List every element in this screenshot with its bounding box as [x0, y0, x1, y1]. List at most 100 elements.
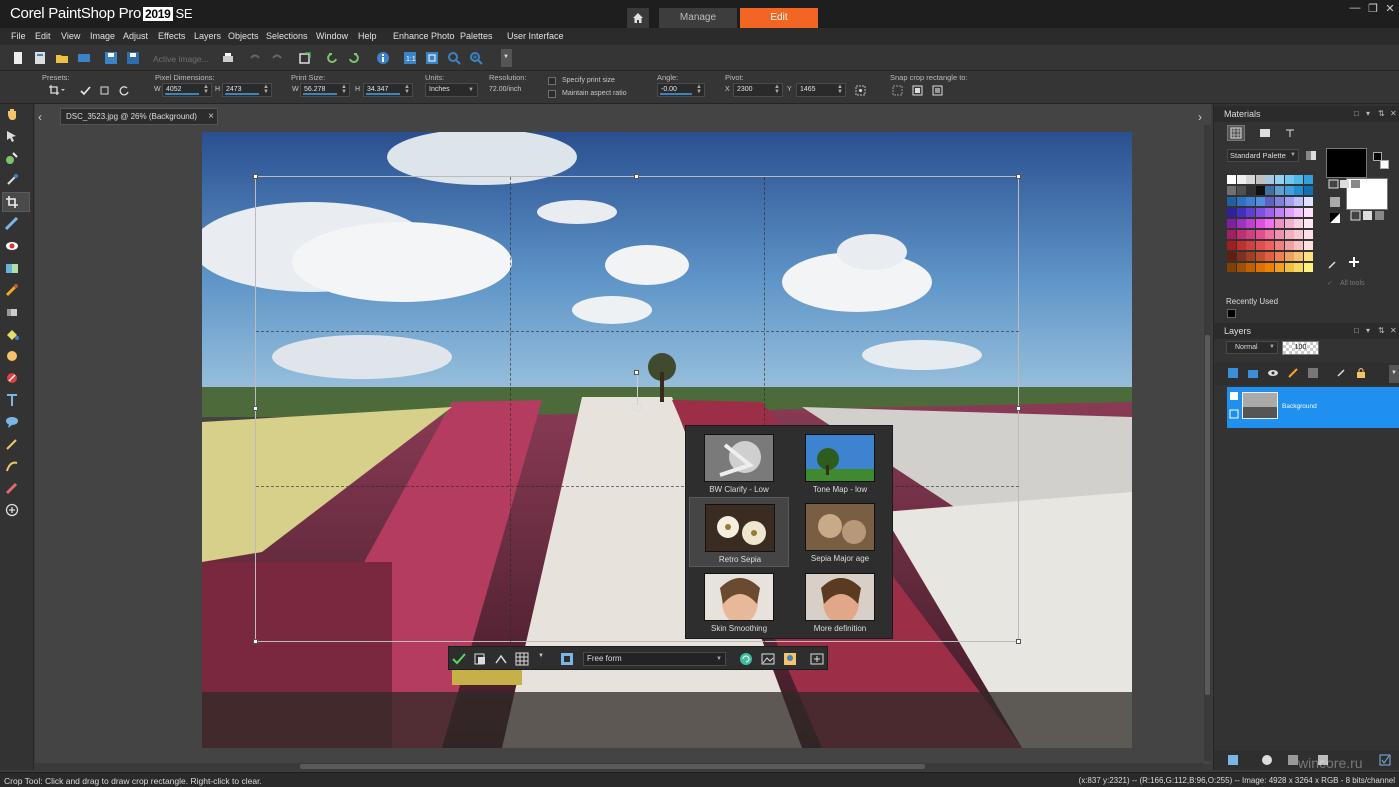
- layer-expand-icon[interactable]: [1229, 409, 1239, 419]
- adjustment-layer-icon[interactable]: [1287, 367, 1299, 379]
- panel-options-icon[interactable]: □: [1354, 106, 1359, 122]
- color-swatch[interactable]: [1227, 252, 1236, 261]
- restore-icon[interactable]: ❐: [1364, 2, 1382, 16]
- crop-handle-bottom-right[interactable]: [1016, 639, 1021, 644]
- frame-tab[interactable]: [1227, 125, 1245, 141]
- color-swatch[interactable]: [1227, 186, 1236, 195]
- crop-handle-right[interactable]: [1016, 406, 1021, 411]
- dropper-icon[interactable]: [5, 173, 19, 187]
- crop-handle-top-right[interactable]: [1016, 174, 1021, 179]
- color-swatch[interactable]: [1255, 186, 1265, 195]
- fit-crop-icon[interactable]: [810, 652, 824, 666]
- rotate-crop-icon[interactable]: [739, 652, 753, 666]
- color-swatch[interactable]: [1227, 175, 1236, 184]
- home-button[interactable]: [627, 8, 649, 28]
- small-bg-swatch[interactable]: [1380, 160, 1389, 169]
- print-height-input[interactable]: 34.347 ▲ ▼: [363, 83, 413, 97]
- vertical-scrollbar[interactable]: [1204, 125, 1211, 761]
- spinner-arrows-icon[interactable]: ▲ ▼: [695, 84, 703, 95]
- spinner-arrows-icon[interactable]: ▲ ▼: [202, 84, 210, 95]
- color-swatch[interactable]: [1246, 263, 1256, 272]
- straighten-tool-icon[interactable]: [5, 217, 19, 231]
- color-swatch[interactable]: [1284, 197, 1294, 206]
- color-swatch[interactable]: [1255, 230, 1265, 239]
- close-panel-icon[interactable]: ✕: [1390, 323, 1397, 339]
- retouch-icon[interactable]: [5, 371, 19, 385]
- color-swatch[interactable]: [1255, 219, 1265, 228]
- preset-bw-clarify[interactable]: BW Clarify - Low: [689, 428, 789, 498]
- snap-opaque-icon[interactable]: [932, 85, 943, 96]
- apply-crop-icon[interactable]: [452, 652, 466, 666]
- color-swatch[interactable]: [1303, 252, 1313, 261]
- panel-options-icon[interactable]: □: [1354, 323, 1359, 339]
- paint-brush-icon[interactable]: [5, 283, 19, 297]
- zoom-actual-icon[interactable]: 1:1: [403, 51, 417, 65]
- close-tab-icon[interactable]: ×: [208, 109, 214, 124]
- color-swatch[interactable]: [1227, 241, 1236, 250]
- maintain-aspect-checkbox[interactable]: [548, 90, 556, 98]
- save-icon[interactable]: [104, 51, 118, 65]
- menu-adjust[interactable]: Adjust: [123, 31, 148, 41]
- new-vector-layer-icon[interactable]: [1247, 367, 1259, 379]
- zoom-out-icon[interactable]: [447, 51, 461, 65]
- menu-window[interactable]: Window: [316, 31, 348, 41]
- mesh-warp-icon[interactable]: [5, 481, 19, 495]
- color-swatch[interactable]: [1236, 186, 1246, 195]
- color-swatch[interactable]: [1275, 186, 1284, 195]
- color-swatch[interactable]: [1275, 219, 1284, 228]
- color-swatch[interactable]: [1294, 263, 1304, 272]
- spinner-arrows-icon[interactable]: ▲ ▼: [340, 84, 348, 95]
- color-swatch[interactable]: [1246, 175, 1256, 184]
- preset-skin-smoothing[interactable]: Skin Smoothing: [689, 567, 789, 637]
- color-swatch[interactable]: [1265, 175, 1275, 184]
- scrollbar-thumb[interactable]: [1205, 335, 1210, 695]
- pan-hand-icon[interactable]: [5, 107, 19, 121]
- clone-brush-icon[interactable]: [5, 261, 19, 275]
- spinner-arrows-icon[interactable]: ▲ ▼: [403, 84, 411, 95]
- color-swatch[interactable]: [1284, 252, 1294, 261]
- color-swatch[interactable]: [1236, 252, 1246, 261]
- color-swatch[interactable]: [1236, 219, 1246, 228]
- color-swatch[interactable]: [1284, 186, 1294, 195]
- color-swatch[interactable]: [1265, 186, 1275, 195]
- add-swatch-icon[interactable]: [1348, 256, 1360, 268]
- chevron-left-icon[interactable]: ‹: [38, 110, 42, 124]
- preset-sepia-major-age[interactable]: Sepia Major age: [790, 497, 890, 567]
- info-icon[interactable]: [376, 51, 390, 65]
- pen-tool-icon[interactable]: [5, 437, 19, 451]
- chevron-down-icon[interactable]: ▾: [1366, 106, 1370, 122]
- crop-image-icon[interactable]: [560, 652, 574, 666]
- color-swatch[interactable]: [1246, 252, 1256, 261]
- lock-icon[interactable]: [1355, 367, 1367, 379]
- blend-mode-select[interactable]: Normal ▼: [1226, 341, 1278, 354]
- color-swatch[interactable]: [1246, 230, 1256, 239]
- color-swatch[interactable]: [1265, 230, 1275, 239]
- recent-color-swatch[interactable]: [1227, 309, 1236, 318]
- add-tool-icon[interactable]: [5, 503, 19, 517]
- color-swatch[interactable]: [1294, 252, 1304, 261]
- foreground-color[interactable]: [1326, 148, 1367, 178]
- mask-layer-icon[interactable]: [1307, 367, 1319, 379]
- color-swatch[interactable]: [1227, 263, 1236, 272]
- color-swatch[interactable]: [1275, 230, 1284, 239]
- menu-effects[interactable]: Effects: [158, 31, 185, 41]
- rainbow-tab-icon[interactable]: [1259, 128, 1271, 138]
- color-swatch[interactable]: [1294, 208, 1304, 217]
- browse-icon[interactable]: [77, 51, 91, 65]
- close-panel-icon[interactable]: ✕: [1390, 106, 1397, 122]
- selection-tool-icon[interactable]: [5, 151, 19, 165]
- crop-handle-top-left[interactable]: [253, 174, 258, 179]
- snap-layer-icon[interactable]: [912, 85, 923, 96]
- menu-help[interactable]: Help: [358, 31, 377, 41]
- pixel-width-input[interactable]: 4052 ▲ ▼: [162, 83, 212, 97]
- color-swatch[interactable]: [1236, 263, 1246, 272]
- landscape-icon[interactable]: [761, 652, 775, 666]
- toolbar-overflow-button[interactable]: ▼: [501, 49, 512, 67]
- style-buttons[interactable]: [1328, 179, 1362, 189]
- spinner-arrows-icon[interactable]: ▲ ▼: [773, 84, 781, 95]
- pick-tool-icon[interactable]: [5, 129, 19, 143]
- eraser-icon[interactable]: [5, 305, 19, 319]
- color-swatch[interactable]: [1303, 219, 1313, 228]
- color-swatch[interactable]: [1236, 197, 1246, 206]
- color-swatch[interactable]: [1275, 263, 1284, 272]
